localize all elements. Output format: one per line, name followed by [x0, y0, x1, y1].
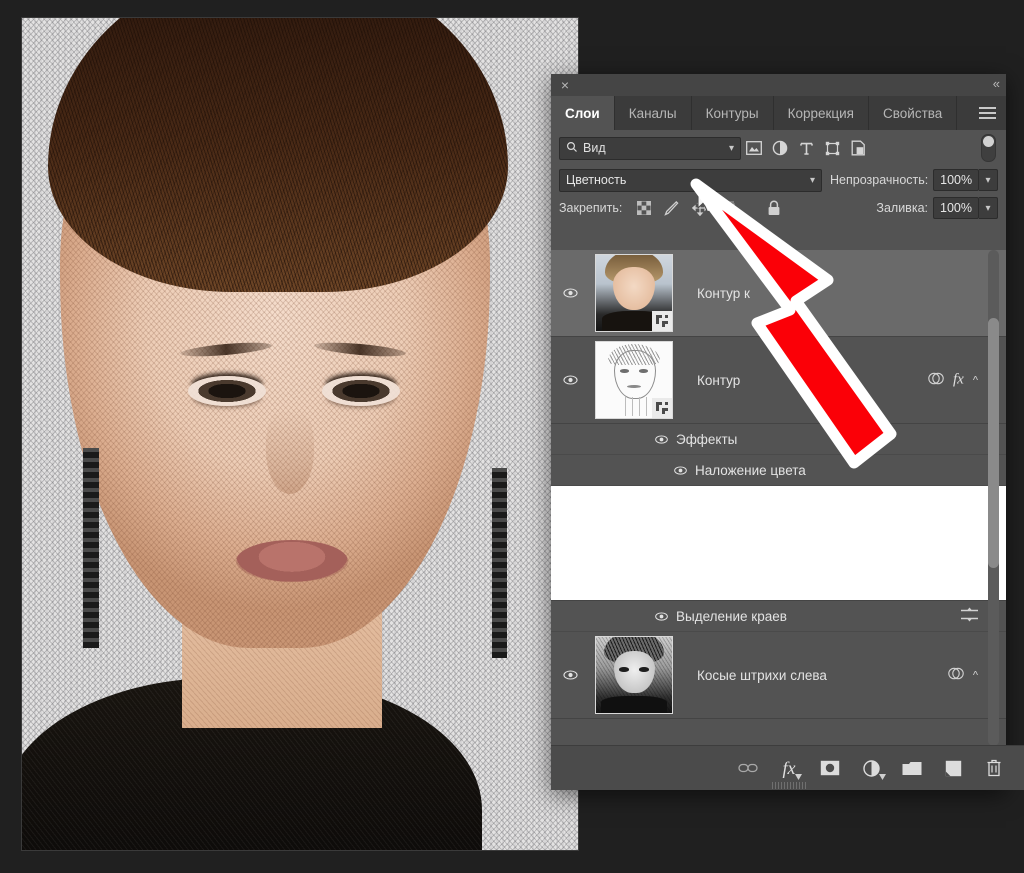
photo-nose	[266, 408, 314, 494]
layer-name[interactable]: Контур к	[697, 286, 750, 301]
move-lock-icon[interactable]	[686, 198, 714, 218]
fill-value[interactable]: 100%	[933, 197, 979, 219]
panel-resize-grip[interactable]	[771, 782, 806, 789]
list-item[interactable]: Выделение краев	[551, 601, 1006, 632]
photo-eyebrow-right	[313, 340, 407, 359]
table-row[interactable]: Косые штрихи слева ^	[551, 632, 1006, 719]
chevron-down-icon: ▾	[810, 174, 816, 186]
new-group-icon[interactable]	[900, 756, 924, 780]
image-filter-icon[interactable]	[741, 137, 767, 159]
layer-filter-row: Вид ▾	[551, 130, 1006, 166]
layer-thumbnail[interactable]	[595, 636, 673, 714]
lock-row: Закрепить: Заливка: 100% ▾	[551, 194, 1006, 222]
smart-object-filter-icon[interactable]	[845, 137, 871, 159]
layer-visibility-toggle[interactable]	[551, 337, 589, 423]
layer-list-scrollbar[interactable]	[988, 250, 999, 746]
layers-panel: × « Слои Каналы Контуры Коррекция Свойст…	[551, 74, 1024, 790]
chevron-up-icon[interactable]: ^	[973, 374, 978, 386]
shape-filter-icon[interactable]	[819, 137, 845, 159]
edited-photo-canvas	[22, 18, 578, 850]
tab-paths[interactable]: Контуры	[692, 96, 774, 130]
list-item[interactable]: Наложение цвета	[551, 455, 1006, 486]
layer-row-icons: ^	[948, 667, 978, 684]
blend-options-icon[interactable]	[928, 372, 944, 389]
new-layer-icon[interactable]	[941, 756, 965, 780]
layer-effects-fx-icon[interactable]: fx	[953, 372, 964, 389]
tab-channels[interactable]: Каналы	[615, 96, 692, 130]
eye-icon	[655, 611, 668, 621]
photo-eyebrow-left	[179, 340, 273, 359]
tab-properties[interactable]: Свойства	[869, 96, 958, 130]
opacity-value[interactable]: 100%	[933, 169, 980, 191]
table-row[interactable]: Контур fx ^	[551, 337, 1006, 424]
layers-bottom-toolbar: fx	[551, 745, 1024, 790]
layer-row-icons: fx ^	[928, 372, 978, 389]
text-filter-icon[interactable]	[793, 137, 819, 159]
tab-layers[interactable]: Слои	[551, 96, 615, 130]
layer-name[interactable]: Контур	[697, 373, 740, 388]
chevron-down-icon: ▾	[728, 142, 734, 154]
opacity-label: Непрозрачность:	[830, 173, 929, 187]
photo-hair	[48, 18, 508, 292]
photo-earring-right	[492, 468, 507, 658]
layer-list[interactable]: Контур к Контур fx ^ Эффекты Наложение ц…	[551, 250, 1006, 746]
tab-adjustments[interactable]: Коррекция	[774, 96, 869, 130]
lock-label: Закрепить:	[559, 201, 623, 215]
adjustment-filter-icon[interactable]	[767, 137, 793, 159]
sublayer-name: Выделение краев	[676, 608, 787, 624]
photo-earring-left	[83, 448, 99, 648]
search-icon	[566, 141, 578, 156]
artboard-lock-icon[interactable]	[714, 198, 742, 218]
all-lock-icon[interactable]	[760, 198, 788, 218]
blend-options-icon[interactable]	[948, 667, 964, 684]
filter-kind-value: Вид	[583, 141, 606, 155]
layer-visibility-toggle[interactable]	[551, 250, 589, 336]
eye-icon	[562, 670, 578, 680]
collapse-panel-icon[interactable]: «	[993, 76, 1000, 91]
filter-kind-select[interactable]: Вид ▾	[559, 136, 741, 160]
scrollbar-thumb[interactable]	[988, 318, 999, 568]
smart-object-badge-icon	[652, 398, 672, 418]
photo-eye-right	[322, 376, 400, 406]
list-item[interactable]: Смарт-фильтры	[551, 486, 1006, 601]
chevron-up-icon[interactable]: ^	[973, 669, 978, 681]
table-row[interactable]: Контур к	[551, 250, 1006, 337]
blend-mode-select[interactable]: Цветность ▾	[559, 168, 823, 192]
link-layers-icon[interactable]	[736, 756, 760, 780]
list-item[interactable]: Эффекты	[551, 424, 1006, 455]
eye-icon	[655, 434, 668, 444]
close-icon[interactable]: ×	[557, 77, 573, 93]
smart-filter-mask-thumbnail[interactable]	[551, 486, 1006, 600]
panel-title-bar: × «	[551, 74, 1006, 96]
opacity-slider-chevron-icon[interactable]: ▾	[979, 169, 998, 191]
eye-icon	[562, 288, 578, 298]
photo-eye-left	[188, 376, 266, 406]
blend-mode-row: Цветность ▾ Непрозрачность: 100% ▾	[551, 166, 1006, 194]
layer-thumbnail[interactable]	[595, 254, 673, 332]
layer-thumbnail[interactable]	[595, 341, 673, 419]
sublayer-name: Эффекты	[676, 431, 738, 447]
smart-object-badge-icon	[652, 311, 672, 331]
delete-layer-icon[interactable]	[982, 756, 1006, 780]
panel-tab-bar: Слои Каналы Контуры Коррекция Свойства	[551, 96, 1006, 130]
eye-icon	[674, 465, 687, 475]
layer-mask-icon[interactable]	[818, 756, 842, 780]
photo-lips	[236, 540, 348, 582]
adjustment-layer-icon[interactable]	[859, 756, 886, 780]
sublayer-name: Наложение цвета	[695, 462, 806, 478]
transparency-lock-icon[interactable]	[630, 198, 658, 218]
filter-settings-icon[interactable]	[961, 607, 978, 625]
panel-menu-icon[interactable]	[968, 96, 1006, 130]
layer-name[interactable]: Косые штрихи слева	[697, 668, 827, 683]
filter-enable-toggle[interactable]	[981, 134, 996, 162]
fill-slider-chevron-icon[interactable]: ▾	[979, 197, 998, 219]
brush-lock-icon[interactable]	[658, 198, 686, 218]
blend-mode-value: Цветность	[566, 173, 627, 187]
layer-style-fx-icon[interactable]: fx	[777, 756, 802, 780]
layer-visibility-toggle[interactable]	[551, 632, 589, 718]
eye-icon	[562, 375, 578, 385]
fill-label: Заливка:	[876, 201, 928, 215]
